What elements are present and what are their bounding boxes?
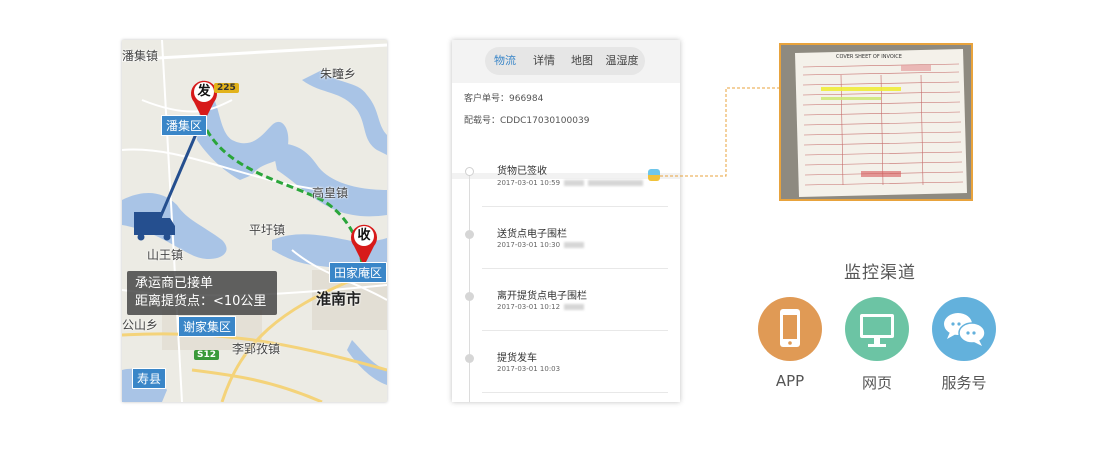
blurred-name	[564, 180, 585, 186]
map-label-panji-town: 潘集镇	[122, 49, 159, 63]
map-label-gaohuang: 高皇镇	[312, 186, 349, 200]
tracking-map[interactable]: 潘集镇 朱疃乡 高皇镇 平圩镇 山王镇 淮南市 公山乡 李郢孜镇 潘集区 田家庵…	[122, 40, 387, 402]
event-title: 货物已签收	[497, 166, 547, 177]
event-time: 2017-03-01 10:59	[497, 179, 644, 187]
map-label-gongshan: 公山乡	[122, 318, 159, 332]
timeline-dot	[465, 292, 474, 301]
carrier-status-tooltip: 承运商已接单 距离提货点：<10公里	[127, 271, 277, 315]
event-time-text: 2017-03-01 10:12	[497, 303, 561, 311]
shipment-number: 配载号：CDDC17030100039	[464, 116, 590, 126]
event-time-text: 2017-03-01 10:59	[497, 179, 561, 187]
service-account-channel-label: 服务号	[941, 374, 987, 392]
map-label-shanwang: 山王镇	[147, 248, 184, 262]
timeline-separator	[482, 268, 668, 269]
event-time-text: 2017-03-01 10:30	[497, 241, 561, 249]
map-label-liying: 李郢孜镇	[232, 342, 281, 356]
monitor-icon	[860, 314, 894, 347]
timeline-separator	[482, 330, 668, 331]
timeline-dot	[465, 354, 474, 363]
app-channel-button[interactable]	[758, 297, 822, 361]
map-label-huainan: 淮南市	[316, 290, 362, 308]
web-channel-label: 网页	[861, 374, 892, 392]
map-chip-panji-district[interactable]: 潘集区	[161, 115, 208, 136]
receipt-document: COVER SHEET OF INVOICE	[795, 49, 967, 197]
tab-bar: 物流 详情 地图 温湿度	[452, 40, 680, 83]
timeline-dot	[465, 230, 474, 239]
blurred-name	[564, 304, 585, 310]
tooltip-line-distance: 距离提货点：<10公里	[135, 294, 267, 309]
timeline-separator	[482, 392, 668, 393]
event-time: 2017-03-01 10:30	[497, 241, 585, 249]
receipt-document-icon[interactable]	[648, 169, 660, 181]
chat-icon	[944, 313, 986, 346]
event-title: 离开提货点电子围栏	[497, 291, 587, 302]
app-channel-label: APP	[775, 372, 805, 390]
tab-temperature-humidity[interactable]: 温湿度	[602, 47, 642, 75]
map-chip-xiejiaji[interactable]: 谢家集区	[178, 316, 237, 337]
event-title: 送货点电子围栏	[497, 229, 567, 240]
road-shield-s12: S12	[194, 350, 220, 360]
customer-number: 客户单号：966984	[464, 94, 544, 104]
timeline-dot	[465, 167, 474, 176]
receipt-connector-line	[660, 87, 782, 177]
tooltip-line-status: 承运商已接单	[135, 276, 214, 291]
event-time: 2017-03-01 10:03	[497, 365, 561, 373]
blurred-phone	[588, 180, 644, 186]
origin-pin-label: 发	[194, 82, 214, 102]
tab-map[interactable]: 地图	[568, 47, 596, 75]
signed-receipt-photo[interactable]: COVER SHEET OF INVOICE	[779, 43, 973, 201]
map-chip-tianjiaan[interactable]: 田家庵区	[329, 262, 387, 283]
order-info: 客户单号：966984 配载号：CDDC17030100039	[452, 83, 680, 179]
tracking-panel: 物流 详情 地图 温湿度 客户单号：966984 配载号：CDDC1703010…	[452, 40, 680, 402]
phone-icon	[780, 309, 800, 347]
web-channel-button[interactable]	[845, 297, 909, 361]
timeline-separator	[482, 206, 668, 207]
map-label-pingwei: 平圩镇	[249, 223, 286, 237]
event-time: 2017-03-01 10:12	[497, 303, 585, 311]
receipt-heading: COVER SHEET OF INVOICE	[836, 54, 902, 60]
map-chip-shouxian[interactable]: 寿县	[132, 368, 167, 389]
service-account-channel-button[interactable]	[932, 297, 996, 361]
monitoring-channels-title: 监控渠道	[844, 263, 916, 283]
road-shield-225: 225	[214, 83, 239, 93]
destination-pin-label: 收	[354, 226, 374, 246]
tab-logistics[interactable]: 物流	[490, 47, 520, 75]
map-label-zhutuan: 朱疃乡	[320, 67, 357, 81]
timeline-line	[469, 170, 470, 402]
event-title: 提货发车	[497, 353, 537, 364]
blurred-name	[564, 242, 585, 248]
tab-details[interactable]: 详情	[530, 47, 558, 75]
